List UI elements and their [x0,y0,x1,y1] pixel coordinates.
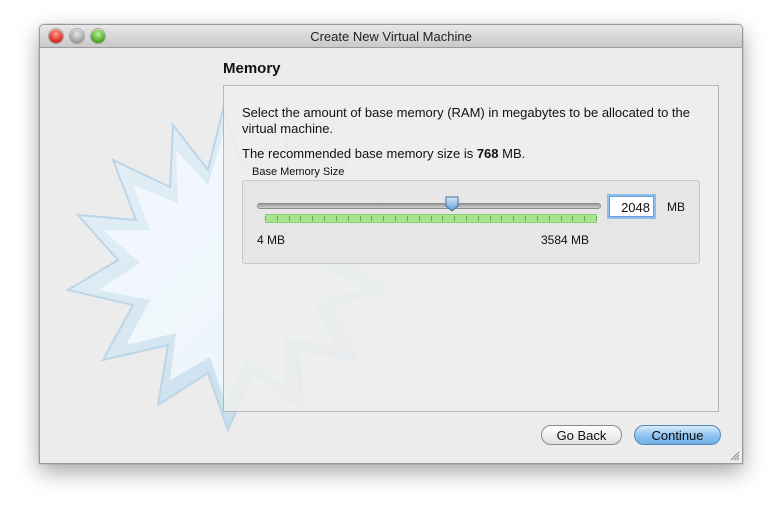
resize-grip-icon[interactable] [728,449,740,461]
memory-size-input[interactable]: 2048 [609,196,654,217]
slider-tick [513,216,514,221]
memory-unit-label: MB [667,200,685,214]
slider-tick [525,216,526,221]
content-panel: Select the amount of base memory (RAM) i… [223,85,719,412]
title-bar[interactable]: Create New Virtual Machine [40,25,742,48]
slider-tick [431,216,432,221]
max-memory-label: 3584 MB [541,233,590,247]
memory-group-label: Base Memory Size [252,166,345,178]
slider-tick [395,216,396,221]
slider-tick [324,216,325,221]
slider-tick [312,216,313,221]
slider-tick [360,216,361,221]
slider-tick [596,216,597,221]
slider-tick [265,216,266,221]
slider-tick [478,216,479,221]
recommendation-text: The recommended base memory size is 768 … [242,146,526,161]
section-title: Memory [223,60,281,77]
min-memory-label: 4 MB [257,233,286,247]
slider-tick [549,216,550,221]
slider-tick [501,216,502,221]
slider-tick [348,216,349,221]
slider-tick [490,216,491,221]
slider-tick [572,216,573,221]
go-back-button[interactable]: Go Back [541,425,622,445]
slider-tick [537,216,538,221]
slider-tick [277,216,278,221]
recommended-value: 768 [476,146,499,161]
slider-tick [289,216,290,221]
continue-button[interactable]: Continue [634,425,721,445]
slider-tick [407,216,408,221]
memory-groupbox: 4 MB 3584 MB 2048 MB [242,180,700,264]
slider-tick [383,216,384,221]
slider-tick [419,216,420,221]
slider-tick [584,216,585,221]
slider-tick [300,216,301,221]
memory-slider-thumb[interactable] [445,196,459,212]
slider-tick [454,216,455,221]
memory-slider-track[interactable] [257,203,601,209]
slider-tick [561,216,562,221]
window-title: Create New Virtual Machine [310,29,472,44]
slider-tick [466,216,467,221]
description-text: Select the amount of base memory (RAM) i… [242,105,691,136]
slider-tick [371,216,372,221]
memory-slider-ticks [265,214,597,223]
slider-tick [336,216,337,221]
slider-tick [442,216,443,221]
dialog-window: Create New Virtual Machine Memory Select… [39,24,743,464]
